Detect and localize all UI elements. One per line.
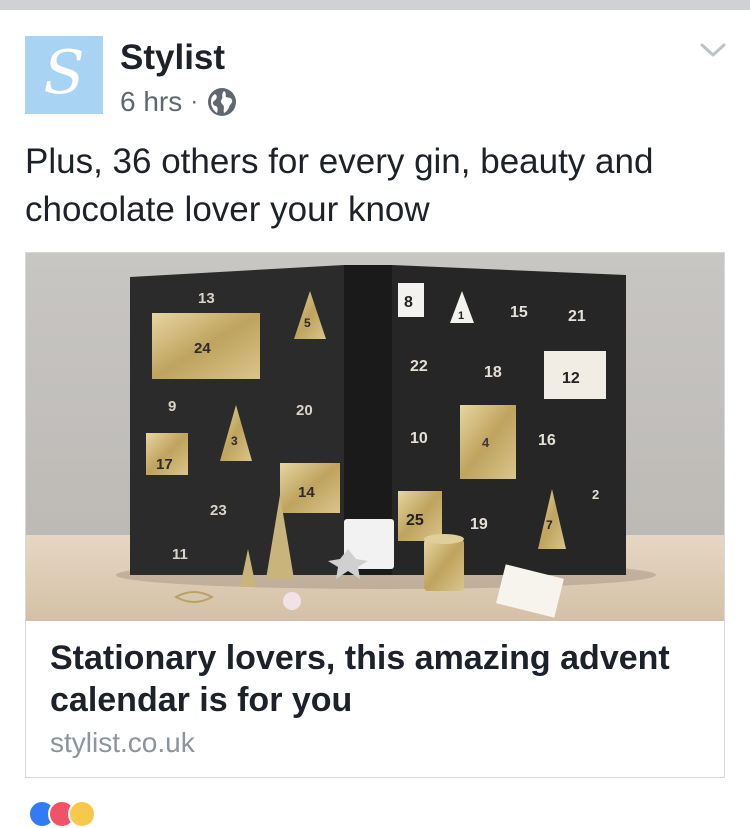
reaction-icons[interactable] bbox=[28, 800, 96, 828]
svg-text:18: 18 bbox=[484, 364, 502, 381]
svg-text:8: 8 bbox=[404, 294, 413, 311]
svg-text:10: 10 bbox=[410, 430, 428, 447]
svg-text:13: 13 bbox=[198, 290, 215, 307]
post-text: Plus, 36 others for every gin, beauty an… bbox=[25, 142, 654, 229]
globe-icon bbox=[208, 88, 237, 116]
svg-text:20: 20 bbox=[296, 402, 313, 419]
svg-text:21: 21 bbox=[568, 308, 586, 325]
wow-reaction-icon bbox=[68, 800, 96, 828]
meta-separator: · bbox=[190, 88, 199, 115]
svg-text:4: 4 bbox=[482, 435, 490, 450]
link-preview-card[interactable]: 13 5 24 9 20 3 17 23 14 11 8 1 15 21 22 … bbox=[25, 252, 725, 778]
svg-text:14: 14 bbox=[298, 484, 315, 501]
svg-text:23: 23 bbox=[210, 502, 227, 519]
svg-text:9: 9 bbox=[168, 398, 176, 415]
svg-text:16: 16 bbox=[538, 432, 556, 449]
page-avatar[interactable]: S bbox=[25, 36, 103, 114]
svg-text:1: 1 bbox=[458, 310, 464, 322]
link-domain: stylist.co.uk bbox=[50, 727, 195, 758]
post-timestamp[interactable]: 6 hrs bbox=[120, 86, 182, 118]
top-separator-bar bbox=[0, 0, 750, 10]
svg-text:3: 3 bbox=[231, 434, 238, 448]
svg-text:19: 19 bbox=[470, 516, 488, 533]
svg-text:2: 2 bbox=[592, 487, 599, 502]
svg-text:15: 15 bbox=[510, 304, 528, 321]
svg-text:22: 22 bbox=[410, 358, 428, 375]
chevron-down-icon[interactable] bbox=[698, 38, 728, 62]
svg-text:7: 7 bbox=[546, 518, 553, 532]
post-meta: 6 hrs · bbox=[120, 84, 238, 120]
svg-text:17: 17 bbox=[156, 456, 173, 473]
svg-text:5: 5 bbox=[304, 316, 311, 330]
avatar-letter: S bbox=[43, 38, 85, 108]
svg-text:11: 11 bbox=[172, 546, 188, 563]
link-preview-image[interactable]: 13 5 24 9 20 3 17 23 14 11 8 1 15 21 22 … bbox=[26, 253, 725, 621]
svg-text:12: 12 bbox=[562, 370, 580, 387]
post-author-name[interactable]: Stylist bbox=[120, 38, 225, 78]
svg-text:25: 25 bbox=[406, 512, 424, 529]
link-title[interactable]: Stationary lovers, this amazing advent c… bbox=[50, 637, 700, 721]
svg-text:24: 24 bbox=[194, 340, 211, 357]
